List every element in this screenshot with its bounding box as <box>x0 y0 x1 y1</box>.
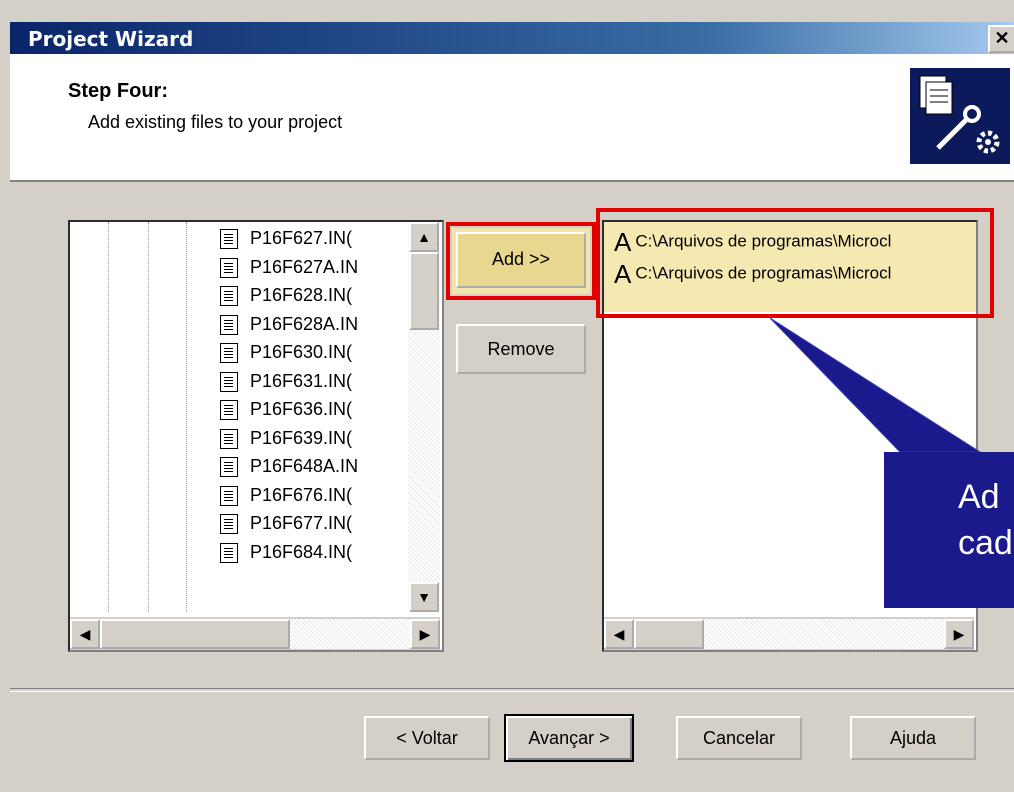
tree-file-label: P16F628.IN( <box>250 285 353 305</box>
tree-file-label: P16F676.IN( <box>250 484 353 505</box>
scroll-left-button[interactable]: ◀ <box>604 619 634 649</box>
tree-file-label: P16F639.IN( <box>250 427 353 448</box>
file-icon <box>220 514 238 535</box>
tree-file-item[interactable]: P16F627A.IN <box>220 257 358 285</box>
file-icon <box>220 400 238 421</box>
wizard-header: Step Four: Add existing files to your pr… <box>10 54 1014 182</box>
scroll-right-button[interactable]: ▶ <box>944 619 974 649</box>
button-separator <box>10 688 1014 692</box>
back-button[interactable]: < Voltar <box>364 716 490 760</box>
close-button[interactable]: ✕ <box>988 25 1014 53</box>
tree-file-label: P16F630.IN( <box>250 342 353 362</box>
tree-file-label: P16F631.IN( <box>250 370 353 391</box>
scroll-down-button[interactable]: ▼ <box>409 582 439 612</box>
scroll-track[interactable] <box>704 619 944 649</box>
list-horizontal-scrollbar[interactable]: ◀ ▶ <box>604 617 974 650</box>
tree-file-label: P16F677.IN( <box>250 513 353 533</box>
step-subtitle: Add existing files to your project <box>88 112 343 132</box>
tree-file-item[interactable]: P16F627.IN( <box>220 228 352 256</box>
scroll-right-button[interactable]: ▶ <box>410 619 440 649</box>
available-files-tree[interactable]: P16F627.IN( P16F627A.IN P16F628.IN( P16F628… <box>68 220 444 652</box>
add-button-highlight <box>446 222 596 300</box>
next-button[interactable]: Avançar > <box>504 714 634 762</box>
tree-file-item[interactable]: P16F639.IN( <box>220 428 352 456</box>
tree-file-item[interactable]: P16F648A.IN <box>220 456 358 484</box>
file-icon <box>220 485 238 506</box>
tree-file-item[interactable]: P16F676.IN( <box>220 485 352 513</box>
tree-file-label: P16F627.IN( <box>250 228 353 248</box>
file-icon <box>220 229 238 250</box>
tree-horizontal-scrollbar[interactable]: ◀ ▶ <box>70 617 440 650</box>
file-icon <box>220 314 238 335</box>
file-icon <box>220 257 238 278</box>
tree-guide-line <box>148 222 149 612</box>
tree-file-item[interactable]: P16F636.IN( <box>220 399 352 427</box>
tree-file-item[interactable]: P16F631.IN( <box>220 371 352 399</box>
remove-button[interactable]: Remove <box>456 324 586 374</box>
tree-vertical-scrollbar[interactable]: ▲ ▼ <box>408 222 440 612</box>
tree-file-item[interactable]: P16F628A.IN <box>220 314 358 342</box>
cancel-button[interactable]: Cancelar <box>676 716 802 760</box>
title-bar: Project Wizard ✕ <box>10 22 1014 54</box>
tree-file-item[interactable]: P16F628.IN( <box>220 285 352 313</box>
scroll-thumb[interactable] <box>409 252 439 330</box>
tree-file-label: P16F627A.IN <box>250 256 359 277</box>
tree-file-item[interactable]: P16F684.IN( <box>220 542 352 570</box>
tree-file-item[interactable]: P16F677.IN( <box>220 513 352 541</box>
wizard-tools-icon <box>910 68 1010 164</box>
tree-guide-line <box>108 222 109 612</box>
step-title: Step Four: <box>68 80 168 102</box>
scroll-thumb[interactable] <box>634 619 704 649</box>
callout-text-line1: Ad <box>958 478 1000 516</box>
file-icon <box>220 428 238 449</box>
scroll-track[interactable] <box>290 619 410 649</box>
callout-text-line2: cad <box>958 524 1013 562</box>
added-files-highlight <box>596 208 994 318</box>
tree-file-label: P16F636.IN( <box>250 399 353 419</box>
scroll-left-button[interactable]: ◀ <box>70 619 100 649</box>
window-title: Project Wizard <box>28 27 194 51</box>
tree-file-label: P16F684.IN( <box>250 541 353 562</box>
tree-file-item[interactable]: P16F630.IN( <box>220 342 352 370</box>
file-icon <box>220 542 238 563</box>
tree-file-label: P16F648A.IN <box>250 456 359 476</box>
file-icon <box>220 343 238 364</box>
scroll-up-button[interactable]: ▲ <box>409 222 439 252</box>
tree-guide-line <box>186 222 187 612</box>
scroll-thumb[interactable] <box>100 619 290 649</box>
file-icon <box>220 371 238 392</box>
file-icon <box>220 286 238 307</box>
help-button[interactable]: Ajuda <box>850 716 976 760</box>
tree-file-label: P16F628A.IN <box>250 313 359 334</box>
file-icon <box>220 457 238 478</box>
